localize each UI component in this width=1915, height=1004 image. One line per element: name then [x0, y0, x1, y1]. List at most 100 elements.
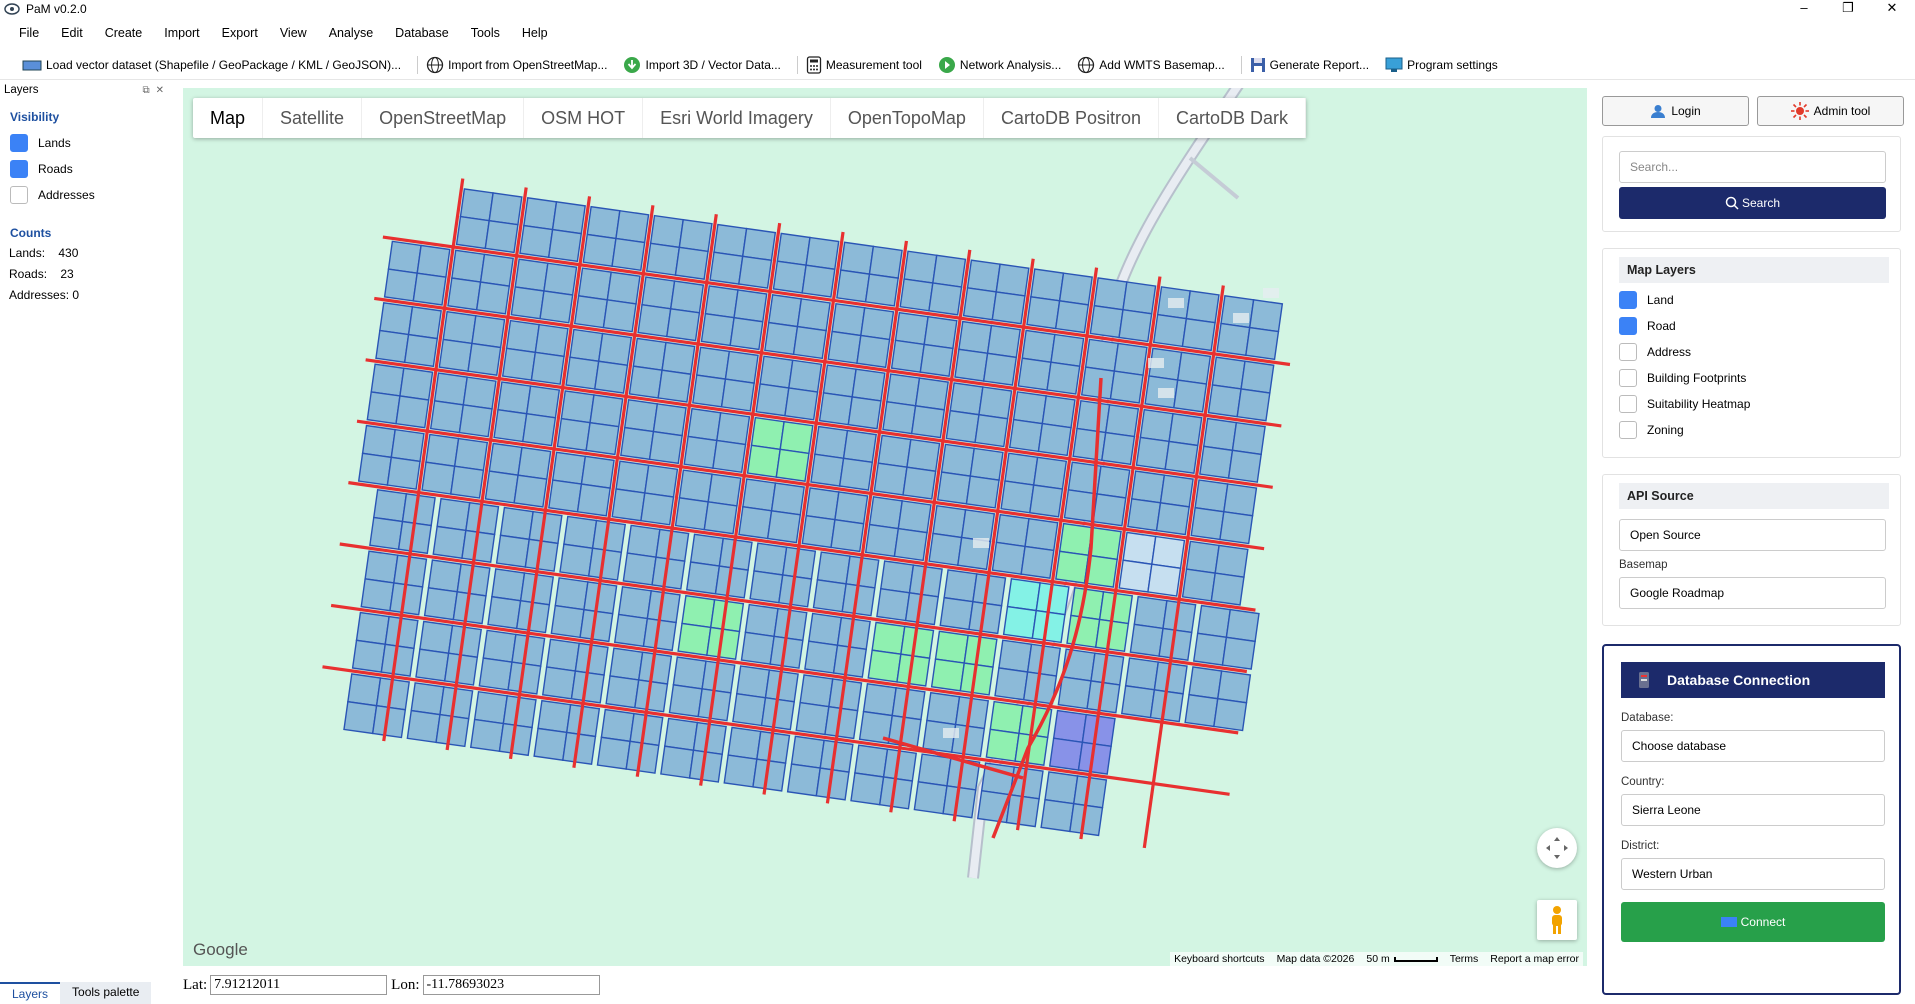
connect-button[interactable]: Connect	[1621, 902, 1885, 942]
load-vector-button[interactable]: Load vector dataset (Shapefile / GeoPack…	[22, 58, 401, 72]
admin-tool-button[interactable]: Admin tool	[1757, 96, 1904, 126]
land-parcel	[746, 444, 781, 478]
menu-database[interactable]: Database	[384, 26, 460, 40]
map-type-cartodb-dark[interactable]: CartoDB Dark	[1159, 98, 1307, 138]
land-parcel	[442, 310, 477, 345]
map-canvas[interactable]: Map Satellite OpenStreetMap OSM HOT Esri…	[183, 88, 1587, 966]
land-parcel	[704, 285, 739, 319]
add-wmts-button[interactable]: Add WMTS Basemap...	[1077, 56, 1225, 74]
land-parcel	[1135, 436, 1170, 470]
minimize-icon[interactable]: –	[1784, 0, 1824, 18]
tab-tools-palette[interactable]: Tools palette	[60, 982, 152, 1004]
land-parcel	[1194, 479, 1229, 513]
menu-view[interactable]: View	[269, 26, 318, 40]
map-type-openstreetmap[interactable]: OpenStreetMap	[362, 98, 525, 138]
land-parcel	[683, 435, 718, 470]
restore-icon[interactable]: ❐	[1828, 0, 1868, 18]
menu-tools[interactable]: Tools	[460, 26, 511, 40]
menu-file[interactable]: File	[8, 26, 50, 40]
tab-layers[interactable]: Layers	[0, 982, 61, 1004]
lat-field[interactable]	[210, 975, 388, 995]
search-button[interactable]: Search	[1619, 187, 1886, 219]
land-parcel	[1017, 357, 1052, 391]
land-parcel	[1118, 559, 1153, 593]
land-parcel	[1122, 281, 1157, 315]
basemap-select[interactable]: Google Roadmap	[1619, 577, 1886, 609]
building-footprint	[1148, 358, 1164, 368]
land-parcel	[523, 197, 558, 231]
right-panel: Login Admin tool Search... Search Map La…	[1600, 88, 1910, 998]
layer-toggle-lands[interactable]: Lands	[0, 130, 170, 156]
import-osm-button[interactable]: Import from OpenStreetMap...	[426, 56, 607, 74]
land-parcel	[519, 224, 554, 259]
map-layer-building-footprints[interactable]: Building Footprints	[1603, 365, 1900, 391]
district-select[interactable]: Western Urban	[1621, 858, 1885, 890]
land-parcel	[1052, 709, 1088, 744]
generate-report-button[interactable]: Generate Report...	[1250, 57, 1369, 73]
land-parcel	[732, 692, 767, 727]
search-input[interactable]: Search...	[1619, 151, 1886, 183]
checkbox-addresses[interactable]	[10, 186, 28, 204]
land-parcel	[755, 383, 790, 417]
api-source-select[interactable]: Open Source	[1619, 519, 1886, 551]
menu-help[interactable]: Help	[511, 26, 559, 40]
checkbox-suitability-heatmap[interactable]	[1619, 395, 1637, 413]
checkbox-road[interactable]	[1619, 317, 1637, 335]
map-layer-suitability-heatmap[interactable]: Suitability Heatmap	[1603, 391, 1900, 417]
land-parcel	[455, 215, 490, 250]
checkbox-zoning[interactable]	[1619, 421, 1637, 439]
map-type-map[interactable]: Map	[193, 98, 264, 138]
menu-import[interactable]: Import	[153, 26, 210, 40]
checkbox-land[interactable]	[1619, 291, 1637, 309]
counts-heading: Counts	[10, 226, 52, 240]
close-window-icon[interactable]: ✕	[1872, 0, 1912, 18]
login-button[interactable]: Login	[1602, 96, 1749, 126]
land-parcel	[1093, 277, 1128, 311]
terms-link[interactable]: Terms	[1450, 953, 1479, 965]
land-parcel	[545, 638, 581, 672]
map-layer-land[interactable]: Land	[1603, 287, 1900, 313]
land-parcel	[366, 391, 401, 425]
land-parcel	[632, 337, 667, 371]
land-parcel	[672, 656, 707, 690]
land-parcel	[1225, 608, 1260, 643]
checkbox-lands[interactable]	[10, 134, 28, 152]
program-settings-button[interactable]: Program settings	[1385, 57, 1498, 73]
close-panel-icon[interactable]: ✕	[156, 85, 164, 96]
menu-create[interactable]: Create	[94, 26, 154, 40]
land-parcel	[1118, 308, 1153, 343]
toolbar-separator	[796, 55, 798, 74]
import-3d-button[interactable]: Import 3D / Vector Data...	[623, 56, 781, 74]
map-layer-address[interactable]: Address	[1603, 339, 1900, 365]
network-analysis-button[interactable]: Network Analysis...	[938, 56, 1061, 74]
map-layer-zoning[interactable]: Zoning	[1603, 417, 1900, 443]
float-panel-icon[interactable]: ⧉	[142, 85, 149, 96]
land-parcel	[453, 437, 489, 472]
lon-field[interactable]	[422, 975, 600, 995]
layer-toggle-roads[interactable]: Roads	[0, 156, 170, 182]
measurement-tool-button[interactable]: Measurement tool	[806, 55, 922, 74]
land-parcel	[1184, 693, 1219, 728]
map-type-cartodb-positron[interactable]: CartoDB Positron	[984, 98, 1159, 138]
checkbox-address[interactable]	[1619, 343, 1637, 361]
checkbox-building-footprints[interactable]	[1619, 369, 1637, 387]
keyboard-shortcuts-link[interactable]: Keyboard shortcuts	[1174, 953, 1264, 965]
map-layer-road[interactable]: Road	[1603, 313, 1900, 339]
country-select[interactable]: Sierra Leone	[1621, 794, 1885, 826]
land-parcel	[678, 218, 713, 253]
map-type-opentopomap[interactable]: OpenTopoMap	[831, 98, 984, 138]
menu-export[interactable]: Export	[211, 26, 269, 40]
map-type-satellite[interactable]: Satellite	[263, 98, 363, 138]
layer-toggle-addresses[interactable]: Addresses	[0, 182, 170, 208]
land-parcel	[530, 351, 565, 385]
map-type-osm-hot[interactable]: OSM HOT	[524, 98, 644, 138]
checkbox-roads[interactable]	[10, 160, 28, 178]
menu-edit[interactable]: Edit	[50, 26, 94, 40]
menu-analyse[interactable]: Analyse	[318, 26, 384, 40]
street-view-pegman[interactable]	[1537, 900, 1577, 940]
land-parcel	[1120, 684, 1156, 719]
report-error-link[interactable]: Report a map error	[1490, 953, 1579, 965]
database-select[interactable]: Choose database	[1621, 730, 1885, 762]
map-camera-control[interactable]	[1537, 828, 1577, 868]
map-type-esri[interactable]: Esri World Imagery	[643, 98, 831, 138]
